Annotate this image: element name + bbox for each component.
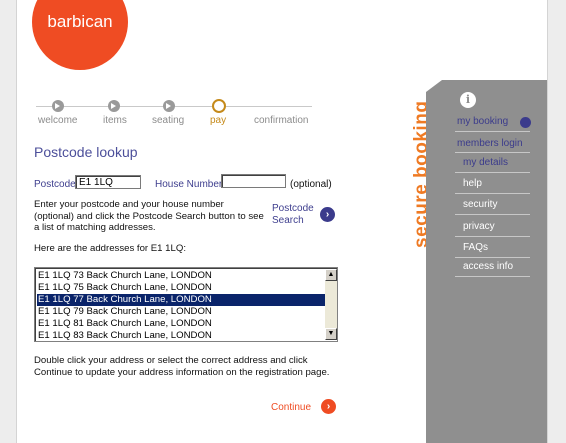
continue-link[interactable]: Continue (271, 402, 311, 413)
house-number-label: House Number (155, 179, 223, 190)
progress-line (226, 106, 312, 107)
address-option[interactable]: E1 1LQ 81 Back Church Lane, LONDON (37, 318, 325, 330)
nav-divider (455, 152, 530, 153)
step-seating-icon (163, 100, 175, 112)
scroll-up-icon[interactable]: ▲ (325, 269, 337, 281)
postcode-input[interactable] (75, 175, 141, 189)
nav-divider (455, 214, 530, 215)
step-confirmation: confirmation (254, 115, 309, 126)
nav-divider (455, 257, 530, 258)
nav-access-info[interactable]: access info (463, 261, 513, 272)
right-page-margin (547, 0, 566, 443)
step-pay: pay (210, 115, 227, 126)
address-option[interactable]: E1 1LQ 83 Back Church Lane, LONDON (37, 330, 325, 341)
nav-help[interactable]: help (463, 178, 482, 189)
postcode-search-arrow-icon[interactable]: › (320, 207, 335, 222)
step-items: items (103, 115, 127, 126)
postcode-label: Postcode (34, 179, 76, 190)
logo-text: barbican (47, 12, 113, 31)
left-page-margin (0, 0, 17, 443)
listbox-scrollbar[interactable]: ▲ ▼ (325, 269, 337, 340)
nav-divider (455, 131, 530, 132)
nav-members-login[interactable]: members login (457, 138, 523, 149)
continue-arrow-icon[interactable]: › (321, 399, 336, 414)
progress-line (116, 106, 166, 107)
page-title: Postcode lookup (34, 144, 138, 160)
nav-divider (455, 193, 530, 194)
nav-divider (455, 172, 530, 173)
progress-line (170, 106, 212, 107)
nav-faqs[interactable]: FAQs (463, 242, 488, 253)
secure-booking-heading: secure booking (385, 92, 432, 252)
address-option[interactable]: E1 1LQ 79 Back Church Lane, LONDON (37, 306, 325, 318)
nav-divider (455, 276, 530, 277)
progress-line (62, 106, 112, 107)
address-option[interactable]: E1 1LQ 75 Back Church Lane, LONDON (37, 282, 325, 294)
instructions-text: Enter your postcode and your house numbe… (34, 199, 264, 233)
nav-security[interactable]: security (463, 199, 497, 210)
optional-hint: (optional) (290, 179, 332, 190)
nav-my-details[interactable]: my details (463, 157, 508, 168)
nav-privacy[interactable]: privacy (463, 221, 495, 232)
step-welcome-icon (52, 100, 64, 112)
my-booking-icon (520, 117, 531, 128)
address-option-selected[interactable]: E1 1LQ 77 Back Church Lane, LONDON (37, 294, 325, 306)
nav-my-booking[interactable]: my booking (457, 116, 508, 127)
nav-divider (455, 236, 530, 237)
address-option[interactable]: E1 1LQ 73 Back Church Lane, LONDON (37, 270, 325, 282)
scroll-down-icon[interactable]: ▼ (325, 328, 337, 340)
address-listbox[interactable]: E1 1LQ 73 Back Church Lane, LONDON E1 1L… (34, 267, 338, 342)
postcode-search-link[interactable]: Postcode Search (272, 203, 320, 227)
panel-notch (426, 80, 442, 92)
barbican-logo[interactable] (32, 0, 128, 70)
results-heading: Here are the addresses for E1 1LQ: (34, 243, 186, 254)
step-pay-icon (212, 99, 226, 113)
step-welcome: welcome (38, 115, 78, 126)
info-icon: i (460, 92, 476, 108)
house-number-input[interactable] (221, 174, 286, 188)
step-seating: seating (152, 115, 185, 126)
step-items-icon (108, 100, 120, 112)
selection-help-text: Double click your address or select the … (34, 355, 330, 378)
